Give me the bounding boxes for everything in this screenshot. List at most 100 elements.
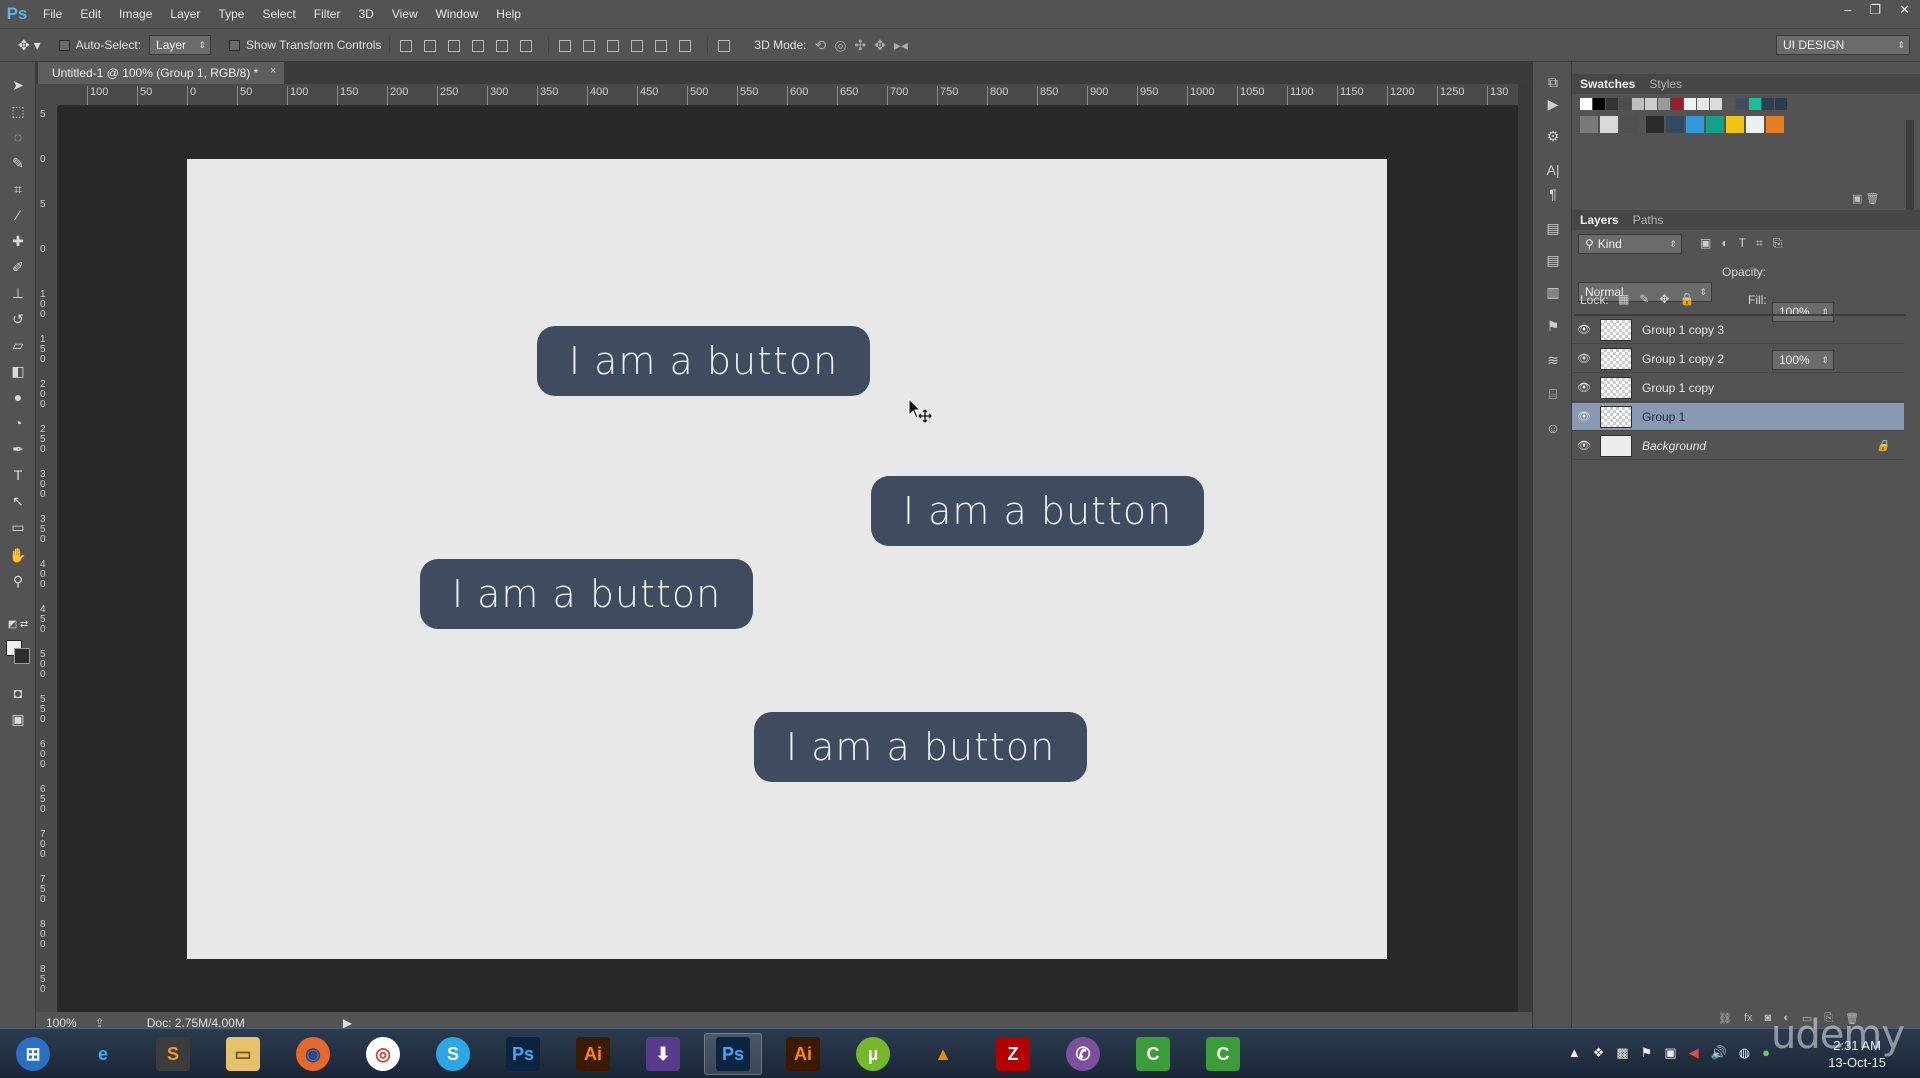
color-swatch[interactable] (1766, 116, 1784, 133)
color-swatch[interactable] (1684, 98, 1696, 110)
clone-stamp-tool-icon[interactable]: ⊥ (6, 282, 30, 304)
color-swatch[interactable] (1723, 98, 1735, 110)
color-swatch[interactable] (1775, 98, 1787, 110)
layer-style-icon[interactable]: fx (1744, 1012, 1753, 1025)
align-bottom-icon[interactable] (444, 37, 462, 53)
color-swatch[interactable] (1686, 116, 1704, 133)
color-swatch[interactable] (1632, 98, 1644, 110)
move-tool-icon[interactable]: ➤ (6, 74, 30, 96)
align-hcenter-icon[interactable] (492, 37, 510, 53)
action-center-flag-icon[interactable]: ⚑ (1641, 1045, 1653, 1061)
tool-presets-icon[interactable]: ⌸ (1543, 386, 1563, 404)
pen-tool-icon[interactable]: ✒ (6, 438, 30, 460)
shape-filter-icon[interactable]: ⌗ (1756, 236, 1763, 251)
lock-pixels-icon[interactable]: ✎ (1639, 292, 1649, 306)
taskbar-start-orb[interactable]: ⊞ (4, 1033, 62, 1075)
eraser-tool-icon[interactable]: ▱ (6, 334, 30, 356)
visibility-eye-icon[interactable]: 👁 (1572, 352, 1596, 365)
taskbar-camtasia[interactable]: C (1194, 1033, 1252, 1075)
auto-align-icon[interactable] (714, 37, 732, 53)
crop-tool-icon[interactable]: ⌗ (6, 178, 30, 200)
new-swatch-icon[interactable]: ▣ 🗑 (1852, 192, 1879, 205)
horizontal-ruler[interactable]: 100 50 0 50 100 150 200 250 300 350 400 450 500 550 60… (58, 84, 1518, 106)
pixel-filter-icon[interactable]: ▣ (1700, 236, 1711, 251)
tab-layers[interactable]: Layers (1580, 213, 1619, 227)
dropbox-icon[interactable]: ❖ (1593, 1045, 1605, 1061)
vertical-ruler[interactable]: 5 0 5 0 100 150 200 250 300 350 400 450 500 550 600 650… (36, 106, 58, 1016)
zoom-tool-icon[interactable]: ⚲ (6, 570, 30, 592)
tab-paths[interactable]: Paths (1633, 213, 1664, 227)
taskbar-filezilla[interactable]: Z (984, 1033, 1042, 1075)
quick-mask-icon[interactable]: ◘ (6, 682, 30, 704)
document-tab[interactable]: Untitled-1 @ 100% (Group 1, RGB/8) * × (38, 62, 285, 84)
paint-bucket-tool-icon[interactable]: ◧ (6, 360, 30, 382)
taskbar-file-explorer[interactable]: ▭ (214, 1033, 272, 1075)
adjustment-filter-icon[interactable]: ◐ (1721, 236, 1728, 251)
link-layers-icon[interactable]: ⛓ (1718, 1012, 1732, 1025)
tray-expand-icon[interactable]: ▲ (1568, 1045, 1581, 1061)
taskbar-photoshop[interactable]: Ps (704, 1033, 762, 1075)
taskbar-vlc[interactable]: ▲ (914, 1033, 972, 1075)
canvas-button-3[interactable]: I am a button (420, 559, 753, 629)
align-vcenter-icon[interactable] (420, 37, 438, 53)
menu-type[interactable]: Type (209, 7, 253, 21)
paragraph-panel-icon[interactable]: ¶ (1543, 186, 1563, 204)
taskbar-skype[interactable]: S (424, 1033, 482, 1075)
path-selection-tool-icon[interactable]: ↖ (6, 490, 30, 512)
taskbar-utorrent[interactable]: µ (844, 1033, 902, 1075)
ruler-origin[interactable] (36, 84, 58, 106)
tab-styles[interactable]: Styles (1649, 77, 1682, 91)
3d-rotate-icon[interactable]: ⟲ (814, 37, 826, 54)
color-swatch[interactable] (1600, 116, 1618, 133)
rectangle-tool-icon[interactable]: ▭ (6, 516, 30, 538)
taskbar-camtasia[interactable]: C (1124, 1033, 1182, 1075)
color-swatch[interactable] (1671, 98, 1683, 110)
actions-panel-icon[interactable]: ▶ (1543, 96, 1563, 114)
history-panel-icon[interactable]: ⧉ (1543, 74, 1563, 92)
taskbar-internet-explorer[interactable]: e (74, 1033, 132, 1075)
lasso-tool-icon[interactable]: ◌ (6, 126, 30, 148)
clone-source-icon[interactable]: ☺ (1543, 420, 1563, 438)
menu-select[interactable]: Select (253, 7, 304, 21)
layer-row-group-1[interactable]: 👁 Group 1 (1572, 403, 1904, 431)
auto-select-checkbox[interactable]: Auto-Select: (58, 38, 141, 52)
properties-panel-icon[interactable]: ⚙ (1543, 128, 1563, 146)
type-tool-icon[interactable]: T (6, 464, 30, 486)
workspace-dropdown[interactable]: UI DESIGN (1776, 35, 1910, 55)
network-icon[interactable]: ▣ (1664, 1045, 1676, 1061)
color-swatch[interactable] (1593, 98, 1605, 110)
visibility-eye-icon[interactable]: 👁 (1572, 323, 1596, 336)
marquee-tool-icon[interactable]: ⬚ (6, 100, 30, 122)
menu-window[interactable]: Window (427, 7, 488, 21)
taskbar-illustrator[interactable]: Ai (774, 1033, 832, 1075)
brush-tool-icon[interactable]: ✐ (6, 256, 30, 278)
color-swatch[interactable] (1749, 98, 1761, 110)
color-swatch[interactable] (1726, 116, 1744, 133)
screen-mode-icon[interactable]: ▣ (6, 708, 30, 730)
align-left-icon[interactable] (468, 37, 486, 53)
swatches-scrollbar[interactable] (1906, 120, 1914, 220)
color-swatch[interactable] (1658, 98, 1670, 110)
dodge-tool-icon[interactable]: ◔ (6, 412, 30, 434)
history-brush-tool-icon[interactable]: ↺ (6, 308, 30, 330)
canvas-button-1[interactable]: I am a button (537, 326, 870, 396)
canvas-button-4[interactable]: I am a button (754, 712, 1087, 782)
menu-help[interactable]: Help (487, 7, 530, 21)
taskbar-chrome[interactable]: ◎ (354, 1033, 412, 1075)
menu-layer[interactable]: Layer (161, 7, 209, 21)
align-right-icon[interactable] (516, 37, 534, 53)
menu-file[interactable]: File (34, 7, 71, 21)
paragraph-styles-icon[interactable]: ▤ (1543, 252, 1563, 270)
visibility-eye-icon[interactable]: 👁 (1572, 439, 1596, 452)
network-status-icon[interactable]: ◍ (1739, 1045, 1750, 1061)
color-swatch[interactable] (1697, 98, 1709, 110)
color-swatch[interactable] (1620, 116, 1638, 133)
type-filter-icon[interactable]: T (1739, 236, 1746, 251)
3d-drag-icon[interactable]: ✣ (854, 37, 866, 54)
color-swatch[interactable] (1606, 98, 1618, 110)
color-swatch[interactable] (1619, 98, 1631, 110)
default-colors-icon[interactable]: ◩ ⇄ (6, 614, 30, 636)
color-swatch[interactable] (1746, 116, 1764, 133)
visibility-eye-icon[interactable]: 👁 (1572, 381, 1596, 394)
document-canvas[interactable]: I am a button I am a button I am a butto… (187, 159, 1387, 959)
